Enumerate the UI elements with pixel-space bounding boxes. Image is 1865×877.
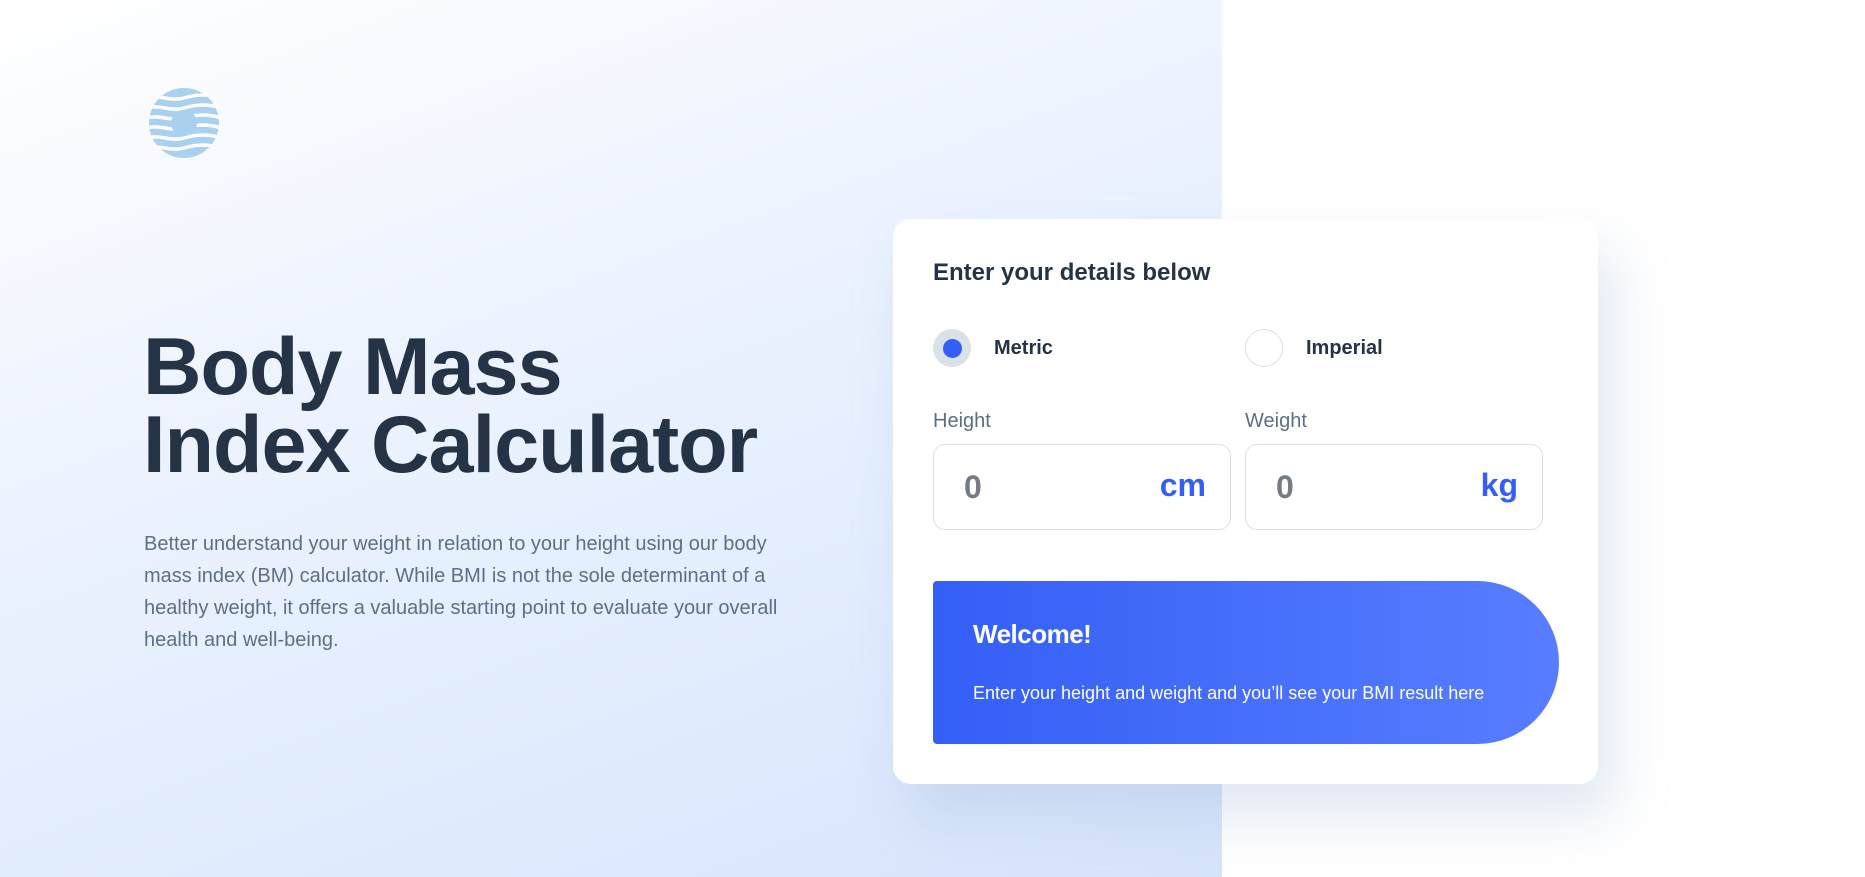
intro-paragraph: Better understand your weight in relatio…	[144, 533, 778, 651]
imperial-radio-button[interactable]	[1245, 329, 1283, 367]
metric-radio-button[interactable]	[933, 329, 971, 367]
bmi-calculator-card: Enter your details below Metric Imperial…	[893, 219, 1598, 784]
height-input-box[interactable]: cm	[933, 444, 1231, 530]
height-field: Height cm	[933, 410, 1231, 530]
page-title-line-1: Body Mass	[143, 322, 563, 412]
page-title-line-2: Index Calculator	[143, 400, 758, 490]
imperial-radio-label[interactable]: Imperial	[1306, 337, 1383, 360]
result-message: Enter your height and weight and you’ll …	[973, 683, 1485, 703]
height-unit-label: cm	[1159, 467, 1206, 503]
weight-input-box[interactable]: kg	[1245, 444, 1543, 530]
imperial-radio-option[interactable]: Imperial	[1245, 329, 1383, 367]
bmi-logo-icon	[149, 88, 219, 158]
weight-label: Weight	[1245, 410, 1307, 432]
page-title: Body Mass Index Calculator	[143, 327, 843, 486]
height-label: Height	[933, 410, 991, 432]
radio-selected-dot-icon	[942, 338, 962, 358]
result-title: Welcome!	[973, 619, 1092, 649]
metric-radio-option[interactable]: Metric	[933, 329, 1053, 367]
calculator-heading: Enter your details below	[933, 259, 1211, 286]
metric-radio-label[interactable]: Metric	[994, 337, 1053, 360]
bmi-result-panel: Welcome! Enter your height and weight an…	[933, 581, 1559, 744]
weight-field: Weight kg	[1245, 410, 1543, 530]
weight-unit-label: kg	[1480, 467, 1518, 503]
